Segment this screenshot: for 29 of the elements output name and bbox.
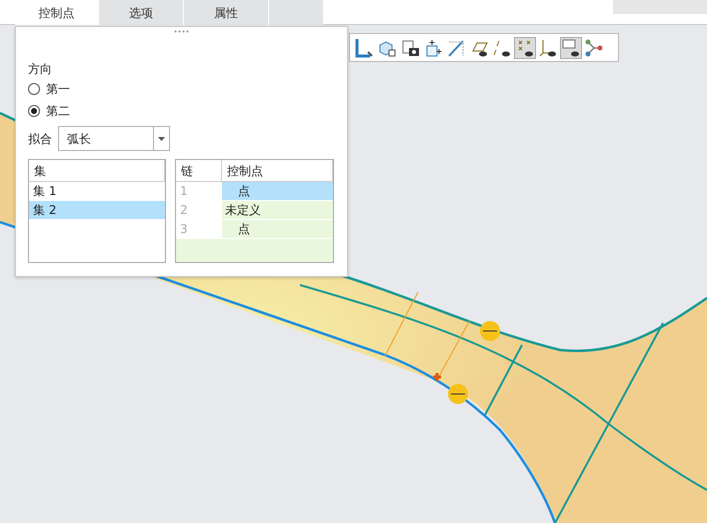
axes-eye-icon bbox=[538, 38, 558, 58]
column-header[interactable]: 集 bbox=[29, 160, 165, 182]
toolbar-button[interactable] bbox=[353, 36, 375, 58]
list-row[interactable]: 集 2 bbox=[29, 201, 165, 220]
caret-icon bbox=[158, 136, 165, 140]
column-header[interactable]: 控制点 bbox=[222, 160, 333, 182]
row-number: 3 bbox=[176, 220, 222, 239]
plane-icon bbox=[446, 38, 466, 58]
grip-icon[interactable] bbox=[174, 30, 190, 33]
camera-icon bbox=[400, 38, 420, 58]
column-header[interactable]: 链 bbox=[176, 160, 222, 182]
fit-label: 拟合 bbox=[28, 130, 52, 148]
bracket-icon bbox=[354, 38, 374, 58]
radio-button[interactable] bbox=[28, 105, 40, 117]
toolbar-button[interactable] bbox=[560, 36, 582, 58]
table-cell[interactable]: 未定义 bbox=[222, 201, 333, 220]
radio-label: 第一 bbox=[46, 81, 70, 98]
radio-label: 第二 bbox=[46, 103, 70, 120]
table-cell[interactable]: 点 bbox=[222, 182, 333, 201]
toolbar-button[interactable] bbox=[514, 36, 536, 58]
node-graph-icon bbox=[584, 38, 604, 58]
radio-button[interactable] bbox=[28, 83, 40, 95]
tab[interactable]: 控制点 bbox=[15, 0, 99, 25]
fit-dropdown[interactable]: 弧长 bbox=[58, 126, 170, 151]
table-cell[interactable]: 点 bbox=[222, 220, 333, 239]
row-number: 1 bbox=[176, 182, 222, 201]
row-number: 2 bbox=[176, 201, 222, 220]
direction-label: 方向 bbox=[28, 62, 52, 76]
note-eye-icon bbox=[561, 38, 581, 58]
